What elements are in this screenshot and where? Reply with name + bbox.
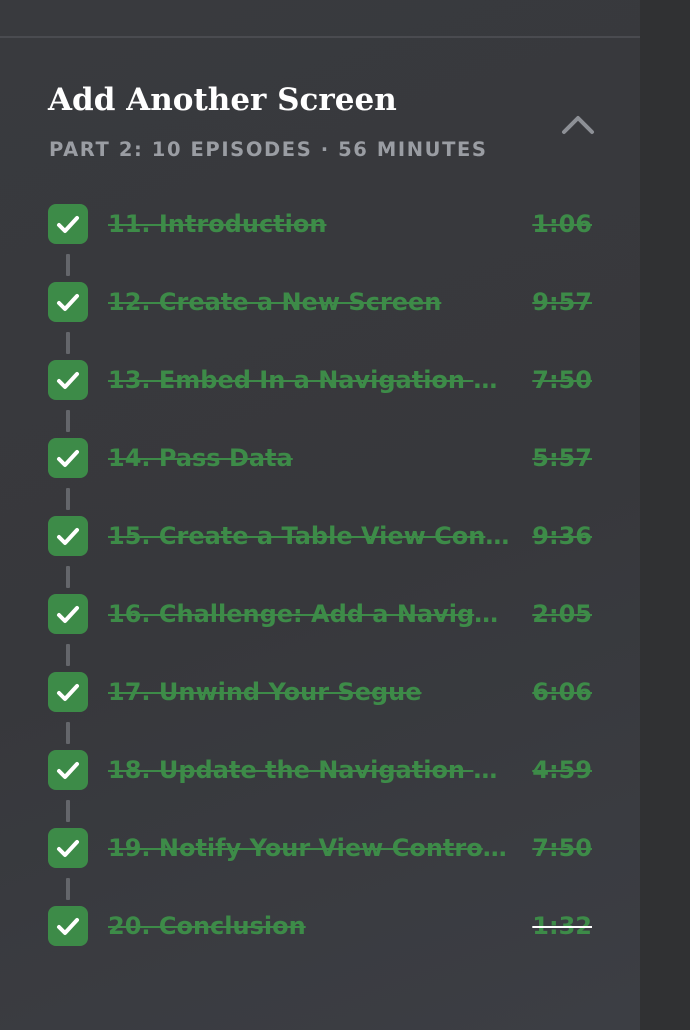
episode-row[interactable]: 14. Pass Data 5:57	[48, 438, 592, 478]
episode-row[interactable]: 19. Notify Your View Controller 7:50	[48, 828, 592, 868]
episode-title[interactable]: 15. Create a Table View Controller	[108, 522, 510, 550]
right-side-strip	[640, 0, 690, 1030]
episode-row[interactable]: 20. Conclusion 1:32	[48, 906, 592, 946]
timeline-connector	[66, 332, 70, 354]
timeline-connector	[66, 878, 70, 900]
episode-list: 11. Introduction 1:06 12. Create a New Scr…	[0, 0, 640, 1030]
episode-title[interactable]: 18. Update the Navigation Bar	[108, 756, 510, 784]
timeline-connector	[66, 254, 70, 276]
timeline-connector	[66, 566, 70, 588]
episode-duration: 2:05	[532, 600, 592, 628]
checkmark-icon[interactable]	[48, 828, 88, 868]
episode-row[interactable]: 12. Create a New Screen 9:57	[48, 282, 592, 322]
course-section-panel: Add Another Screen PART 2: 10 EPISODES ·…	[0, 0, 640, 1030]
checkmark-icon[interactable]	[48, 594, 88, 634]
episode-duration: 7:50	[532, 366, 592, 394]
episode-row[interactable]: 15. Create a Table View Controller 9:36	[48, 516, 592, 556]
timeline-connector	[66, 488, 70, 510]
episode-row[interactable]: 18. Update the Navigation Bar 4:59	[48, 750, 592, 790]
episode-title[interactable]: 16. Challenge: Add a Navigation Controll…	[108, 600, 510, 628]
checkmark-icon[interactable]	[48, 750, 88, 790]
episode-title[interactable]: 11. Introduction	[108, 210, 510, 238]
episode-title[interactable]: 14. Pass Data	[108, 444, 510, 472]
checkmark-icon[interactable]	[48, 360, 88, 400]
episode-row[interactable]: 11. Introduction 1:06	[48, 204, 592, 244]
checkmark-icon[interactable]	[48, 438, 88, 478]
checkmark-icon[interactable]	[48, 516, 88, 556]
episode-duration: 9:36	[532, 522, 592, 550]
episode-duration: 6:06	[532, 678, 592, 706]
episode-row[interactable]: 16. Challenge: Add a Navigation Controll…	[48, 594, 592, 634]
episode-row[interactable]: 17. Unwind Your Segue 6:06	[48, 672, 592, 712]
episode-title[interactable]: 12. Create a New Screen	[108, 288, 510, 316]
episode-title[interactable]: 17. Unwind Your Segue	[108, 678, 510, 706]
episode-duration: 9:57	[532, 288, 592, 316]
episode-title[interactable]: 13. Embed In a Navigation Controller	[108, 366, 510, 394]
episode-title[interactable]: 19. Notify Your View Controller	[108, 834, 510, 862]
episode-duration: 4:59	[532, 756, 592, 784]
episode-duration: 7:50	[532, 834, 592, 862]
episode-duration: 1:06	[532, 210, 592, 238]
episode-duration: 1:32	[532, 912, 592, 940]
checkmark-icon[interactable]	[48, 672, 88, 712]
episode-title[interactable]: 20. Conclusion	[108, 912, 510, 940]
timeline-connector	[66, 410, 70, 432]
episode-row[interactable]: 13. Embed In a Navigation Controller 7:50	[48, 360, 592, 400]
episode-duration: 5:57	[532, 444, 592, 472]
checkmark-icon[interactable]	[48, 282, 88, 322]
timeline-connector	[66, 800, 70, 822]
checkmark-icon[interactable]	[48, 204, 88, 244]
timeline-connector	[66, 722, 70, 744]
checkmark-icon[interactable]	[48, 906, 88, 946]
timeline-connector	[66, 644, 70, 666]
